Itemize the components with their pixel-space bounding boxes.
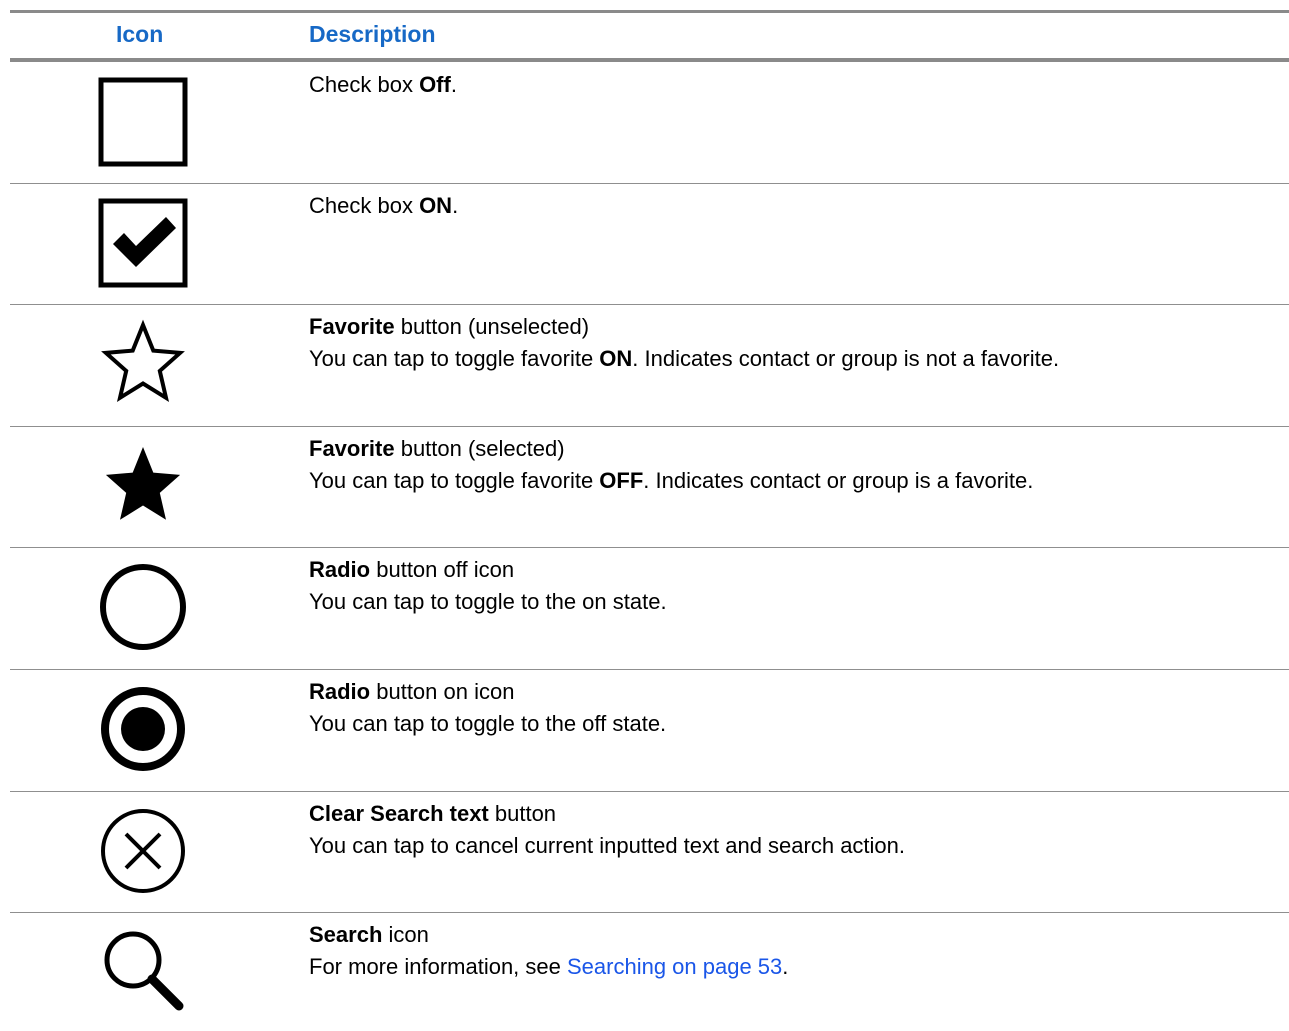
text: You can tap to toggle favorite (309, 468, 600, 493)
description-line-2: You can tap to toggle favorite ON. Indic… (309, 343, 1269, 375)
icon-description-table: Icon Description Check box Off. Check bo… (0, 0, 1289, 1031)
table-row: Radio button on icon You can tap to togg… (0, 670, 1289, 792)
text: button off icon (370, 557, 515, 582)
text: Check box (309, 193, 420, 218)
checkbox-on-icon (95, 195, 191, 291)
bold-term: Off (419, 72, 451, 97)
bold-term: ON (419, 193, 453, 218)
searching-page-link[interactable]: Searching on page 53 (567, 954, 782, 979)
description-line-2: You can tap to toggle favorite OFF. Indi… (309, 465, 1269, 497)
text: Check box (309, 72, 420, 97)
description-line-1: Check box ON. (309, 190, 1269, 222)
description-line-2: You can tap to toggle to the on state. (309, 586, 1269, 618)
description-line-1: Clear Search text button (309, 798, 1269, 830)
radio-on-icon (95, 681, 191, 777)
text: . (450, 72, 457, 97)
text: You can tap to toggle favorite (309, 346, 600, 371)
bold-term: Favorite (309, 314, 395, 339)
bold-term: OFF (599, 468, 644, 493)
bold-term: Search (309, 922, 383, 947)
row-description: Check box ON. (309, 190, 1269, 222)
favorite-unselected-star-icon (95, 316, 191, 412)
table-row: Radio button off icon You can tap to tog… (0, 548, 1289, 670)
row-description: Clear Search text button You can tap to … (309, 798, 1269, 862)
text: . (452, 193, 459, 218)
table-header-row: Icon Description (0, 13, 1289, 58)
header-icon-column: Icon (116, 21, 164, 47)
table-row: Check box Off. (0, 62, 1289, 184)
description-line-1: Radio button off icon (309, 554, 1269, 586)
description-line-1: Search icon (309, 919, 1269, 951)
description-line-1: Radio button on icon (309, 676, 1269, 708)
description-line-1: Favorite button (unselected) (309, 311, 1269, 343)
text: You can tap to toggle to the on state. (309, 589, 667, 614)
text: button on icon (370, 679, 515, 704)
text: button (unselected) (394, 314, 590, 339)
table-row: Favorite button (unselected) You can tap… (0, 305, 1289, 427)
table-row: Search icon For more information, see Se… (0, 913, 1289, 1031)
table-row: Clear Search text button You can tap to … (0, 792, 1289, 913)
description-line-2: You can tap to cancel current inputted t… (309, 830, 1269, 862)
bold-term: Favorite (309, 436, 395, 461)
description-line-1: Check box Off. (309, 69, 1269, 101)
description-line-2: You can tap to toggle to the off state. (309, 708, 1269, 740)
text: icon (382, 922, 429, 947)
description-line-1: Favorite button (selected) (309, 433, 1269, 465)
bold-term: Radio (309, 557, 371, 582)
description-line-2: For more information, see Searching on p… (309, 951, 1269, 983)
header-description-column: Description (309, 21, 436, 47)
row-description: Radio button off icon You can tap to tog… (309, 554, 1269, 618)
bold-term: Clear Search text (309, 801, 489, 826)
search-magnifier-icon (95, 922, 191, 1018)
text: . Indicates contact or group is not a fa… (632, 346, 1060, 371)
table-row: Favorite button (selected) You can tap t… (0, 427, 1289, 548)
row-description: Radio button on icon You can tap to togg… (309, 676, 1269, 740)
text: . (782, 954, 789, 979)
text: You can tap to toggle to the off state. (309, 711, 667, 736)
bold-term: Radio (309, 679, 371, 704)
row-description: Check box Off. (309, 69, 1269, 101)
text: button (488, 801, 557, 826)
text: . Indicates contact or group is a favori… (643, 468, 1034, 493)
text: You can tap to cancel current inputted t… (309, 833, 906, 858)
bold-term: ON (599, 346, 633, 371)
row-description: Favorite button (selected) You can tap t… (309, 433, 1269, 497)
checkbox-off-icon (95, 74, 191, 170)
text: For more information, see (309, 954, 567, 979)
radio-off-icon (95, 559, 191, 655)
clear-search-x-icon (95, 803, 191, 899)
favorite-selected-star-icon (95, 438, 191, 534)
text: button (selected) (394, 436, 565, 461)
table-row: Check box ON. (0, 184, 1289, 305)
row-description: Favorite button (unselected) You can tap… (309, 311, 1269, 375)
row-description: Search icon For more information, see Se… (309, 919, 1269, 983)
